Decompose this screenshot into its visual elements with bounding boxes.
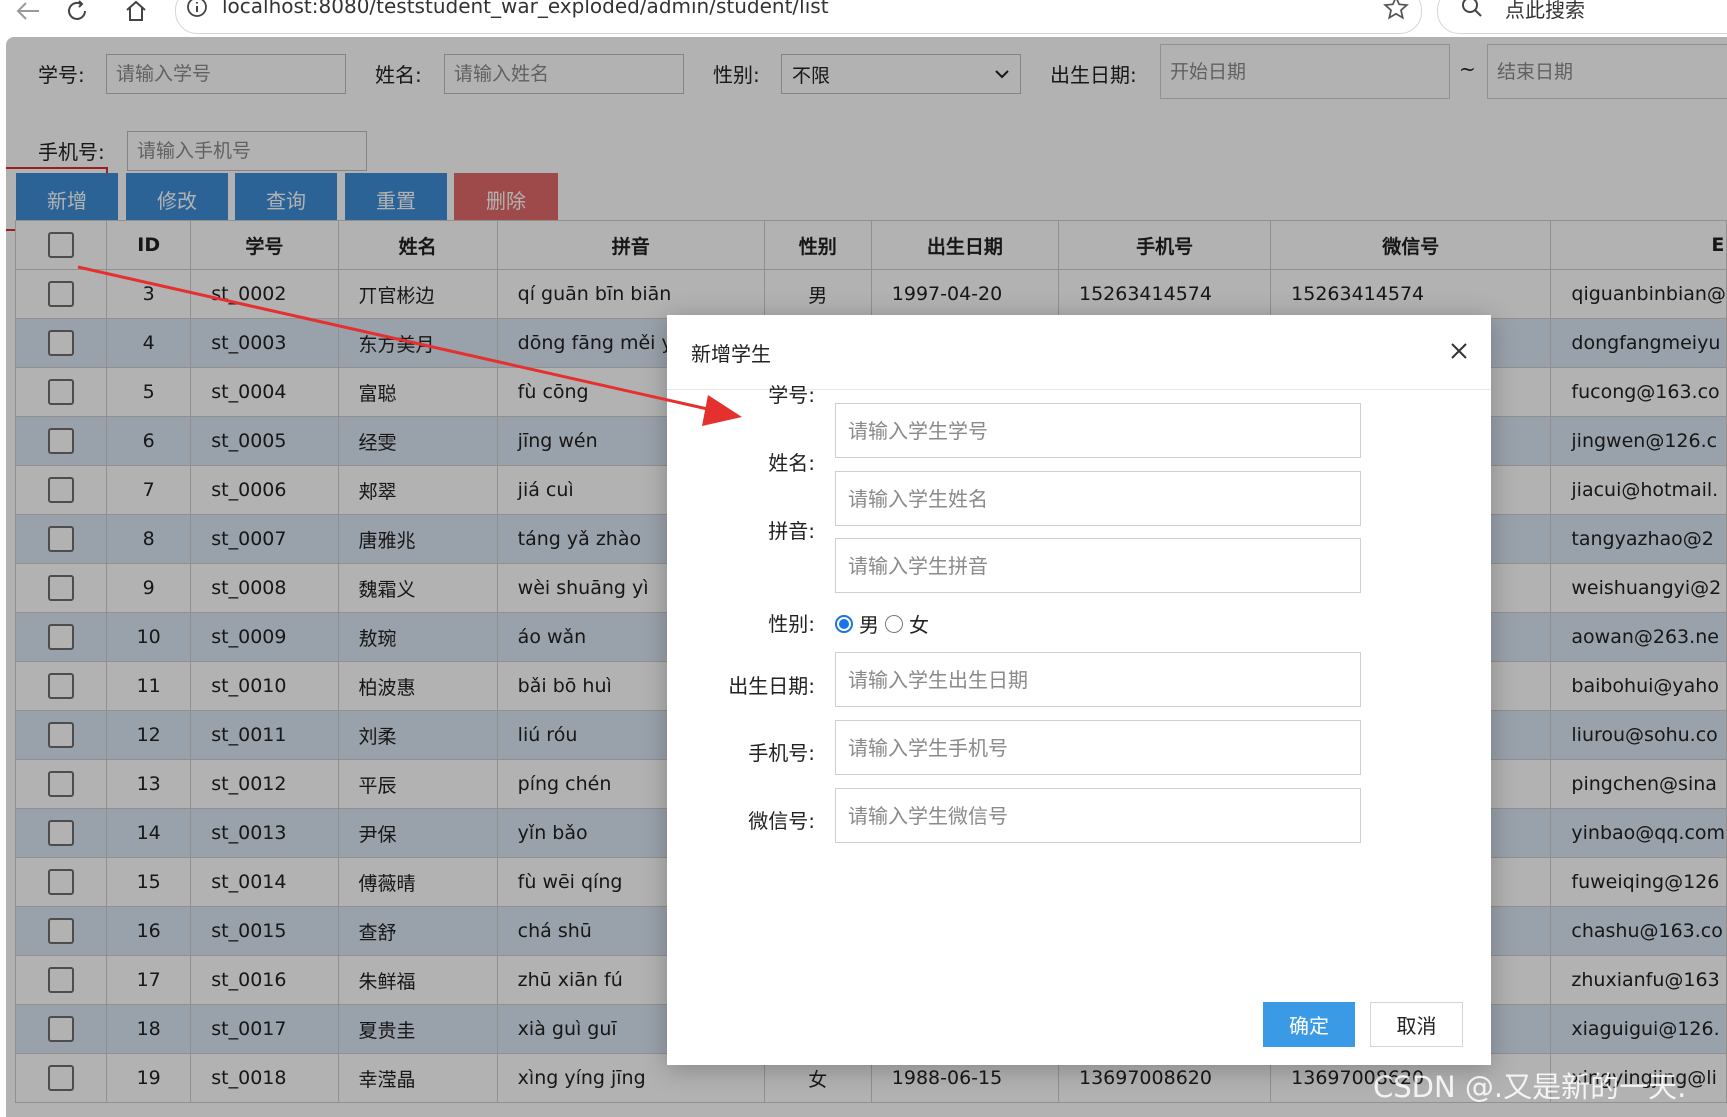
dialog-no-label: 学号: — [768, 383, 815, 407]
dialog-phone-label: 手机号: — [748, 741, 815, 765]
search-icon — [1462, 0, 1482, 17]
dialog-close-button[interactable] — [1441, 333, 1477, 369]
gender-female-radio[interactable] — [885, 614, 903, 633]
watermark: CSDN @.又是新的一天. — [1373, 1070, 1687, 1104]
site-info-icon[interactable] — [186, 0, 208, 18]
back-arrow-icon — [16, 2, 39, 20]
url-text[interactable]: localhost:8080/teststudent_war_exploded/… — [222, 0, 829, 18]
dialog-wechat-input[interactable] — [835, 788, 1361, 843]
dialog-name-label: 姓名: — [768, 451, 815, 475]
dialog-confirm-button[interactable]: 确定 — [1263, 1002, 1355, 1047]
dialog-birth-label: 出生日期: — [728, 674, 815, 698]
gender-female-label[interactable]: 女 — [909, 609, 929, 638]
home-icon — [126, 0, 146, 21]
dialog-title: 新增学生 — [691, 342, 771, 366]
dialog-name-input[interactable] — [835, 471, 1361, 526]
bookmark-star-icon[interactable] — [1383, 0, 1409, 21]
gender-male-label[interactable]: 男 — [859, 609, 879, 638]
browser-search-placeholder: 点此搜索 — [1505, 0, 1585, 22]
reload-button[interactable] — [57, 0, 97, 31]
browser-toolbar: localhost:8080/teststudent_war_exploded/… — [0, 0, 1727, 36]
dialog-pinyin-input[interactable] — [835, 538, 1361, 593]
reload-icon — [68, 0, 86, 20]
dialog-phone-input[interactable] — [835, 720, 1361, 775]
gender-male-radio[interactable] — [835, 614, 853, 633]
home-button[interactable] — [116, 0, 156, 31]
dialog-cancel-button[interactable]: 取消 — [1370, 1002, 1463, 1047]
dialog-wechat-label: 微信号: — [748, 809, 815, 833]
add-student-dialog: 新增学生 学号: 姓名: 拼音: 性别: 男 女 出生日期: 手机号: 微信号:… — [667, 315, 1491, 1065]
dialog-birth-input[interactable] — [835, 652, 1361, 707]
dialog-gender-radio-group: 男 女 — [835, 609, 929, 638]
dialog-gender-label: 性别: — [768, 612, 815, 636]
dialog-pinyin-label: 拼音: — [768, 519, 815, 543]
close-icon — [1451, 343, 1467, 359]
dialog-student-no-input[interactable] — [835, 403, 1361, 458]
back-button[interactable] — [8, 0, 48, 31]
